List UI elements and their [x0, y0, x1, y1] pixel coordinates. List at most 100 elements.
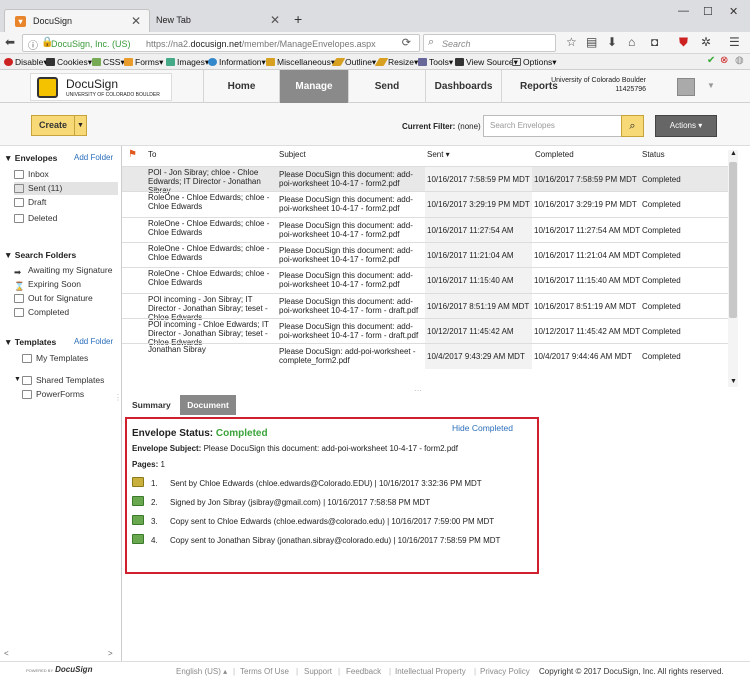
info-icon[interactable]: ⓘ	[28, 37, 38, 52]
feedback-link[interactable]: Feedback	[346, 667, 381, 676]
table-row[interactable]: POI incoming - Chloe Edwards; IT Directo…	[122, 317, 738, 361]
sidebar-item-inbox[interactable]: Inbox	[14, 168, 118, 181]
tab-new-tab[interactable]: New Tab ✕	[146, 9, 288, 32]
cell-status: Completed	[642, 250, 681, 260]
expand-icon[interactable]: ▼	[14, 376, 21, 383]
sidebar-item-deleted[interactable]: Deleted	[14, 212, 118, 225]
docusign-logo[interactable]: DocuSign UNIVERSITY OF COLORADO BOULDER	[30, 73, 172, 101]
col-to[interactable]: To	[148, 150, 156, 159]
close-tab-icon[interactable]: ✕	[131, 14, 141, 28]
webdev-tools[interactable]: Tools▾	[418, 57, 453, 68]
home-icon[interactable]: ⌂	[628, 35, 635, 49]
check-icon: ✔	[707, 55, 716, 66]
table-row[interactable]: POI - Jon Sibray; chloe - Chloe Edwards;…	[122, 166, 738, 195]
webdev-view-source[interactable]: View Source▾	[455, 57, 518, 68]
ip-link[interactable]: Intellectual Property	[395, 667, 466, 676]
table-row[interactable]: POI incoming - Jon Sibray; IT Director -…	[122, 292, 738, 322]
table-row[interactable]: Jonathan Sibray Please DocuSign: add-poi-…	[122, 343, 738, 370]
new-tab-button[interactable]: +	[294, 11, 302, 27]
nav-manage[interactable]: Manage	[279, 70, 348, 103]
account-info[interactable]: University of Colorado Boulder 11425796	[548, 76, 646, 94]
sidebar-item-draft[interactable]: Draft	[14, 196, 118, 209]
support-link[interactable]: Support	[304, 667, 332, 676]
scroll-right-icon[interactable]: >	[108, 649, 113, 658]
webdev-resize[interactable]: Resize▾	[374, 57, 418, 68]
privacy-link[interactable]: Privacy Policy	[480, 667, 530, 676]
col-subject[interactable]: Subject	[279, 150, 306, 159]
language-selector[interactable]: English (US) ▴	[176, 667, 227, 676]
close-tab-icon[interactable]: ✕	[270, 13, 280, 27]
templates-title[interactable]: ▼ Templates	[4, 337, 56, 347]
tab-document[interactable]: Document	[180, 395, 236, 415]
sidebar-item-expiring[interactable]: ⌛ Expiring Soon	[14, 278, 118, 291]
hide-completed-link[interactable]: Hide Completed	[452, 423, 513, 433]
nav-dashboards[interactable]: Dashboards	[425, 70, 501, 103]
webdev-outline[interactable]: Outline▾	[331, 57, 376, 68]
tab-summary[interactable]: Summary	[132, 400, 171, 410]
avatar[interactable]	[677, 78, 695, 96]
table-row[interactable]: RoleOne - Chloe Edwards; chloe - Chloe E…	[122, 191, 738, 218]
col-status[interactable]: Status	[642, 150, 665, 159]
webdev-forms[interactable]: Forms▾	[124, 57, 163, 68]
shared-folder-icon	[22, 376, 32, 385]
url-bar[interactable]: ⓘ 🔒 DocuSign, Inc. (US) https://na2.docu…	[22, 34, 420, 52]
current-filter: Current Filter: (none)	[402, 122, 481, 131]
webdev-css[interactable]: CSS▾	[92, 57, 125, 68]
browser-search-input[interactable]: ⌕ Search	[423, 34, 556, 52]
search-button[interactable]: ⌕	[621, 115, 644, 137]
create-dropdown-icon[interactable]: ▼	[74, 115, 87, 136]
create-button[interactable]: Create	[31, 115, 75, 136]
maximize-icon[interactable]: ☐	[703, 5, 713, 18]
scroll-thumb[interactable]	[729, 162, 737, 318]
resize-handle-icon[interactable]: ⋮	[114, 393, 122, 402]
browser-nav-bar: ⬅ ⓘ 🔒 DocuSign, Inc. (US) https://na2.do…	[0, 32, 750, 54]
webdev-options[interactable]: Options▾	[512, 57, 557, 68]
col-completed[interactable]: Completed	[535, 150, 574, 159]
sidebar-item-my-templates[interactable]: My Templates	[22, 352, 118, 365]
bookmark-star-icon[interactable]: ☆	[566, 35, 577, 49]
webdev-cookies[interactable]: Cookies▾	[46, 57, 92, 68]
scroll-left-icon[interactable]: <	[4, 649, 9, 658]
scroll-down-icon[interactable]: ▼	[730, 378, 737, 385]
table-row[interactable]: RoleOne - Chloe Edwards; chloe - Chloe E…	[122, 267, 738, 310]
nav-send[interactable]: Send	[348, 70, 425, 103]
scroll-up-icon[interactable]: ▲	[730, 150, 737, 157]
sidebar-item-shared-templates[interactable]: Shared Templates	[22, 374, 118, 387]
back-icon[interactable]: ⬅	[5, 35, 15, 49]
flag-icon[interactable]: ⚑	[128, 149, 137, 160]
splitter-handle-icon[interactable]: ⋯	[414, 386, 422, 395]
chevron-down-icon[interactable]: ▼	[707, 81, 715, 90]
minimize-icon[interactable]: —	[678, 5, 689, 17]
sidebar-item-out-for-signature[interactable]: Out for Signature	[14, 292, 118, 305]
table-row[interactable]: RoleOne - Chloe Edwards; chloe - Chloe E…	[122, 216, 738, 260]
tab-docusign[interactable]: ▾ DocuSign ✕	[4, 9, 150, 32]
add-folder-link[interactable]: Add Folder	[74, 153, 113, 162]
webdev-information[interactable]: Information▾	[208, 57, 266, 68]
add-template-folder-link[interactable]: Add Folder	[74, 337, 113, 346]
menu-icon[interactable]: ☰	[729, 35, 740, 49]
terms-link[interactable]: Terms Of Use	[240, 667, 289, 676]
col-sent[interactable]: Sent ▾	[427, 150, 450, 159]
sidebar-hscrollbar[interactable]: < >	[0, 649, 122, 661]
table-row[interactable]: RoleOne - Chloe Edwards; chloe - Chloe E…	[122, 241, 738, 285]
sidebar-item-sent[interactable]: Sent (11)	[14, 182, 118, 195]
webdev-images[interactable]: Images▾	[166, 57, 209, 68]
ublock-icon[interactable]: ⛊	[679, 35, 688, 50]
list-vscrollbar[interactable]: ▲ ▼	[728, 150, 738, 387]
envelope-search-input[interactable]: Search Envelopes	[483, 115, 622, 137]
nav-home[interactable]: Home	[203, 70, 279, 103]
extensions-icon[interactable]: ✲	[701, 35, 711, 49]
envelopes-section-title[interactable]: ▼ Envelopes	[4, 153, 57, 163]
actions-button[interactable]: Actions ▾	[655, 115, 717, 137]
webdev-disable[interactable]: Disable▾	[4, 57, 48, 68]
reload-icon[interactable]: ⟳	[402, 36, 411, 49]
search-folders-title[interactable]: ▼ Search Folders	[4, 250, 76, 260]
reading-list-icon[interactable]: ▤	[586, 35, 597, 49]
webdev-miscellaneous[interactable]: Miscellaneous▾	[266, 57, 335, 68]
sidebar-item-awaiting[interactable]: ➡ Awaiting my Signature	[14, 264, 118, 277]
sidebar-item-completed[interactable]: Completed	[14, 306, 118, 319]
download-icon[interactable]: ⬇	[607, 35, 617, 49]
pocket-icon[interactable]: ◘	[651, 35, 658, 49]
sidebar-item-powerforms[interactable]: PowerForms	[22, 388, 118, 401]
window-close-icon[interactable]: ✕	[729, 5, 738, 18]
